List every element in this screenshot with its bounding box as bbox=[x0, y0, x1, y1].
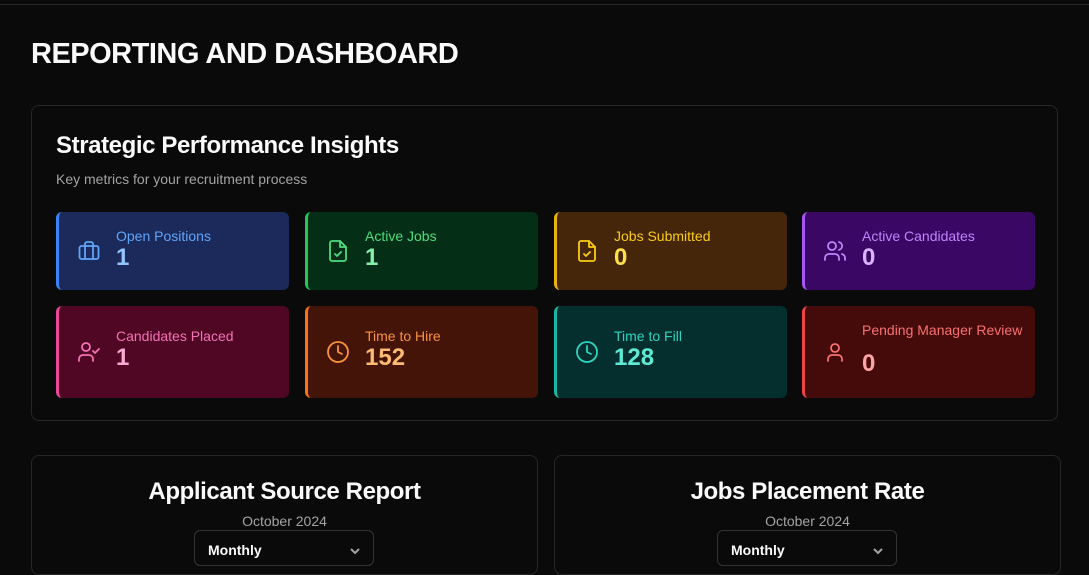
metric-label: Candidates Placed bbox=[116, 328, 234, 344]
metric-value: 1 bbox=[116, 344, 130, 371]
user-check-icon bbox=[77, 340, 101, 364]
card-date: October 2024 bbox=[242, 513, 327, 529]
file-check-icon bbox=[575, 239, 599, 263]
users-icon bbox=[823, 239, 847, 263]
insights-subtitle: Key metrics for your recruitment process bbox=[56, 171, 308, 187]
period-select-value: Monthly bbox=[731, 542, 785, 558]
metric-candidates-placed[interactable]: Candidates Placed 1 bbox=[56, 306, 289, 398]
insights-panel: Strategic Performance Insights Key metri… bbox=[31, 105, 1058, 421]
metric-open-positions[interactable]: Open Positions 1 bbox=[56, 212, 289, 290]
applicant-source-report-card: Applicant Source Report October 2024 Mon… bbox=[31, 455, 538, 575]
metric-label: Open Positions bbox=[116, 228, 211, 244]
metric-value: 0 bbox=[614, 244, 628, 271]
metric-value: 1 bbox=[116, 244, 130, 271]
metric-time-to-fill[interactable]: Time to Fill 128 bbox=[554, 306, 787, 398]
metric-time-to-hire[interactable]: Time to Hire 152 bbox=[305, 306, 538, 398]
card-title: Applicant Source Report bbox=[148, 478, 421, 505]
metric-label: Time to Fill bbox=[614, 328, 682, 344]
clock-icon bbox=[575, 340, 599, 364]
briefcase-icon bbox=[77, 239, 101, 263]
metric-label: Active Jobs bbox=[365, 228, 437, 244]
period-select-value: Monthly bbox=[208, 542, 262, 558]
metric-pending-manager-review[interactable]: Pending Manager Review 0 bbox=[802, 306, 1035, 398]
metric-value: 0 bbox=[862, 244, 876, 271]
card-date: October 2024 bbox=[765, 513, 850, 529]
metric-label: Jobs Submitted bbox=[614, 228, 711, 244]
metric-label: Time to Hire bbox=[365, 328, 441, 344]
card-title: Jobs Placement Rate bbox=[690, 478, 925, 505]
metric-active-candidates[interactable]: Active Candidates 0 bbox=[802, 212, 1035, 290]
metric-value: 0 bbox=[862, 350, 876, 377]
chevron-down-icon bbox=[349, 544, 361, 556]
metric-active-jobs[interactable]: Active Jobs 1 bbox=[305, 212, 538, 290]
metric-label: Active Candidates bbox=[862, 228, 975, 244]
period-select[interactable]: Monthly bbox=[194, 530, 374, 566]
metric-value: 152 bbox=[365, 344, 406, 371]
period-select[interactable]: Monthly bbox=[717, 530, 897, 566]
metric-label: Pending Manager Review bbox=[862, 322, 1023, 338]
metric-value: 128 bbox=[614, 344, 655, 371]
insights-title: Strategic Performance Insights bbox=[56, 132, 399, 159]
clock-icon bbox=[326, 340, 350, 364]
user-icon bbox=[823, 340, 847, 364]
jobs-placement-rate-card: Jobs Placement Rate October 2024 Monthly bbox=[554, 455, 1061, 575]
top-divider bbox=[0, 4, 1089, 5]
chevron-down-icon bbox=[872, 544, 884, 556]
file-check-icon bbox=[326, 239, 350, 263]
page-title: REPORTING AND DASHBOARD bbox=[31, 38, 459, 70]
metric-jobs-submitted[interactable]: Jobs Submitted 0 bbox=[554, 212, 787, 290]
metric-value: 1 bbox=[365, 244, 379, 271]
